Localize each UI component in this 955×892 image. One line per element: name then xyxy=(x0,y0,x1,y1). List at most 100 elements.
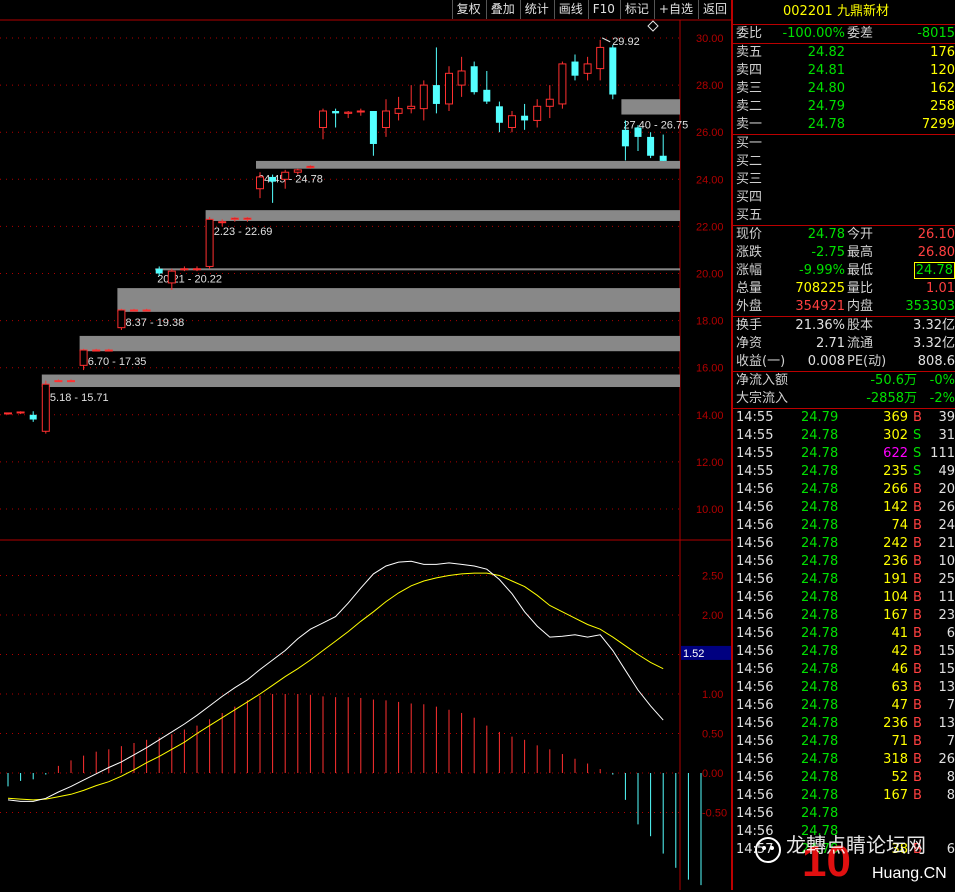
candle-body-38 xyxy=(483,89,491,102)
fund-label: 收益(一) xyxy=(736,354,786,369)
tick-row: 14:55 24.78 235 S 49 xyxy=(733,463,955,481)
high-annotation: 29.92 xyxy=(612,36,640,48)
fund-value-2: 3.32亿 xyxy=(913,336,955,351)
fund-value-2: 3.32亿 xyxy=(913,318,955,333)
tick-row: 14:56 24.78 266 B 20 xyxy=(733,481,955,499)
tick-price: 24.79 xyxy=(801,410,839,425)
candle-body-23 xyxy=(293,169,302,173)
ask-price: 24.79 xyxy=(807,99,845,114)
candle-body-21 xyxy=(269,176,277,182)
tick-time: 14:56 xyxy=(736,752,774,767)
price-tick-label: 28.00 xyxy=(696,80,724,92)
price-tick-label: 10.00 xyxy=(696,504,724,516)
fundamentals-block: 换手 21.36% 股本 3.32亿 净资 2.71 流通 3.32亿 收益(一) 0.008 PE… xyxy=(733,316,955,371)
tick-volume: 42 xyxy=(891,644,908,659)
toolbar-button-3[interactable]: 画线 xyxy=(553,0,587,19)
candle-body-46 xyxy=(583,63,592,74)
toolbar-button-7[interactable]: 返回 xyxy=(697,0,731,19)
tick-price: 24.78 xyxy=(801,590,839,605)
tick-bs: B xyxy=(913,536,922,551)
candle-body-25 xyxy=(319,110,327,128)
tick-price: 24.78 xyxy=(801,644,839,659)
kline-chart[interactable]: 15.18 - 15.71 16.70 - 17.35 18.37 - 19.38 2… xyxy=(0,0,731,890)
stats-block: 现价 24.78 今开 26.10 涨跌 -2.75 最高 26.80 涨幅 -9.99% 最低 24… xyxy=(733,225,955,316)
toolbar-button-6[interactable]: +自选 xyxy=(653,0,697,19)
macd-tick-label: 0.00 xyxy=(702,768,723,780)
toolbar-button-4[interactable]: F10 xyxy=(587,0,619,19)
candle-body-3 xyxy=(41,383,50,432)
weibi-row: 委比 -100.00% 委差 -8015 xyxy=(733,25,955,43)
stat-label: 涨幅 xyxy=(736,263,763,278)
ask-price: 24.81 xyxy=(807,63,845,78)
tick-row: 14:56 24.78 142 B 26 xyxy=(733,499,955,517)
tick-volume: 142 xyxy=(883,500,908,515)
tick-volume: 47 xyxy=(891,698,908,713)
tick-list[interactable]: 14:55 24.79 369 B 39 14:55 24.78 302 S 31 14:55 24.… xyxy=(733,408,955,859)
tick-bs: S xyxy=(913,446,922,461)
fund-row-2: 收益(一) 0.008 PE(动) 808.6 xyxy=(733,353,955,371)
tick-time: 14:56 xyxy=(736,536,774,551)
candle-body-41 xyxy=(521,115,529,121)
tick-volume: 622 xyxy=(883,446,908,461)
stat-row-4: 外盘 354921 内盘 353303 xyxy=(733,298,955,316)
candle-body-10 xyxy=(130,309,138,312)
watermark: 10 龙轉点睛论坛网 Huang.CN xyxy=(754,826,954,888)
bid-row-3: 买三 xyxy=(733,171,955,189)
diamond-icon xyxy=(647,20,659,32)
toolbar-button-5[interactable]: 标记 xyxy=(619,0,653,19)
tick-time: 14:56 xyxy=(736,698,774,713)
weicha-value: -8015 xyxy=(917,26,955,41)
tick-bs: B xyxy=(913,734,922,749)
tick-row: 14:55 24.78 622 S 111 xyxy=(733,445,955,463)
weibi-value: -100.00% xyxy=(782,26,845,41)
candle-body-37 xyxy=(470,66,478,93)
gap-label-6: 27.40 - 26.75 xyxy=(623,120,688,132)
flow-label: 净流入额 xyxy=(736,373,789,388)
candle-body-29 xyxy=(369,111,377,144)
candle-body-5 xyxy=(67,380,75,383)
bid-label: 买二 xyxy=(736,154,763,169)
gap-bar-1 xyxy=(79,335,681,352)
fund-value: 2.71 xyxy=(816,336,845,351)
ask-volume: 7299 xyxy=(921,117,955,132)
macd-tick-label: 0.50 xyxy=(702,729,723,741)
fund-label-2: PE(动) xyxy=(847,354,887,369)
tick-count: 49 xyxy=(938,464,955,479)
tick-time: 14:56 xyxy=(736,554,774,569)
candle-body-42 xyxy=(533,105,542,121)
stat-value: -2.75 xyxy=(811,245,845,260)
bid-label: 买四 xyxy=(736,190,763,205)
tick-price: 24.78 xyxy=(801,536,839,551)
toolbar-button-1[interactable]: 叠加 xyxy=(485,0,519,19)
gap-label-3: 20.21 - 20.22 xyxy=(157,274,222,286)
candle-body-40 xyxy=(508,115,516,128)
price-tick-label: 24.00 xyxy=(696,174,724,186)
tick-count: 23 xyxy=(938,608,955,623)
price-tick-label: 20.00 xyxy=(696,269,724,281)
gap-bar-5 xyxy=(256,160,680,169)
ask-price: 24.78 xyxy=(807,117,845,132)
stat-label: 涨跌 xyxy=(736,245,763,260)
ask-book: 卖五 24.82 176 卖四 24.81 120 卖三 24.80 162 卖二 24.79 258… xyxy=(733,43,955,134)
tick-volume: 52 xyxy=(891,770,908,785)
tick-bs: B xyxy=(913,626,922,641)
tick-volume: 74 xyxy=(891,518,908,533)
candle-body-20 xyxy=(256,176,264,190)
stat-value-2: 1.01 xyxy=(926,281,955,296)
bid-label: 买三 xyxy=(736,172,763,187)
bid-label: 买五 xyxy=(736,208,763,223)
watermark-logo: 10 龙轉点睛论坛网 Huang.CN xyxy=(755,833,947,886)
toolbar-button-2[interactable]: 统计 xyxy=(519,0,553,19)
ask-row-2: 卖二 24.79 258 xyxy=(733,98,955,116)
gap-bar-0 xyxy=(41,374,681,388)
candle-body-26 xyxy=(332,111,340,114)
gap-bar-4 xyxy=(205,210,680,221)
tick-price: 24.78 xyxy=(801,626,839,641)
stat-value-2: 26.10 xyxy=(917,227,955,242)
candle-body-1 xyxy=(16,411,25,414)
toolbar-button-0[interactable]: 复权 xyxy=(451,0,485,19)
candle-body-45 xyxy=(571,61,579,76)
candle-body-43 xyxy=(545,98,554,107)
price-axis: 30.00 28.00 26.00 24.00 22.00 20.00 18.00 16.00… xyxy=(681,33,731,820)
macd-tick-label: 2.50 xyxy=(702,571,723,583)
